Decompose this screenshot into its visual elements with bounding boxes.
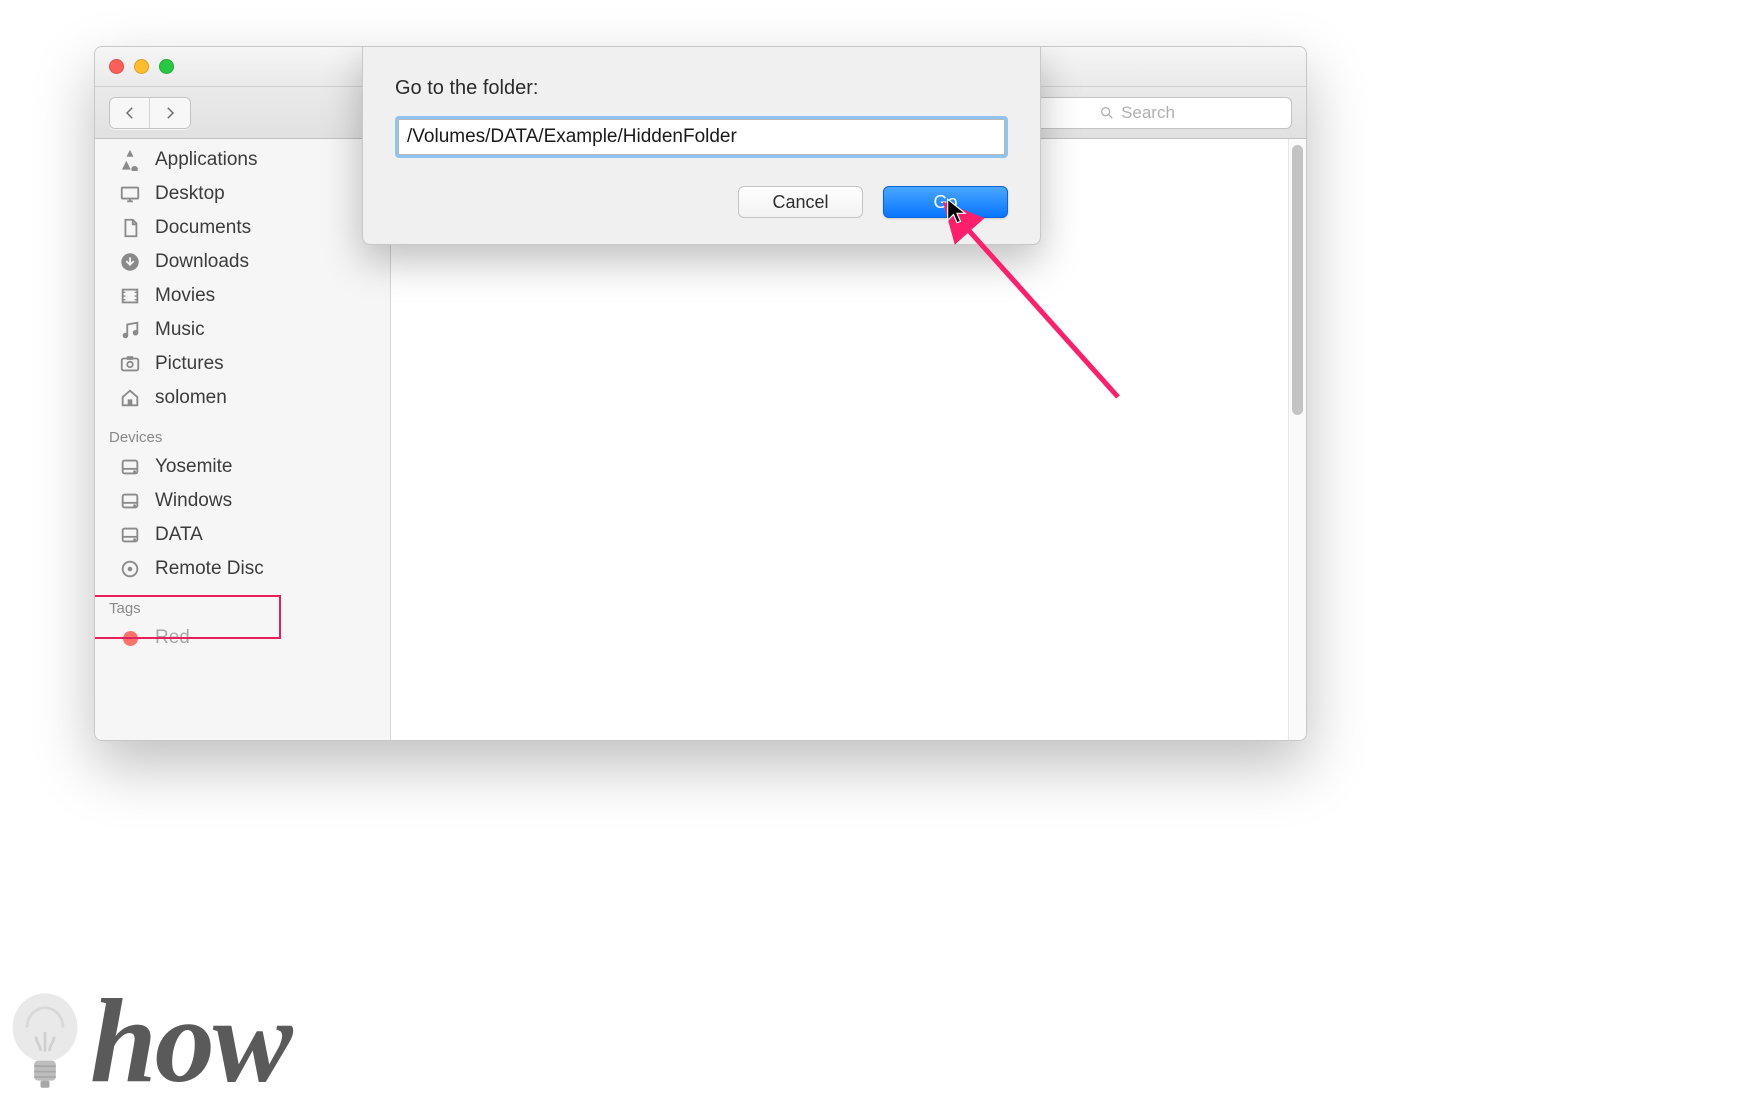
search-icon xyxy=(1099,105,1115,121)
tag-red-dot xyxy=(123,631,138,646)
sidebar-item-label: Applications xyxy=(155,149,257,171)
sidebar-item-applications[interactable]: Applications xyxy=(95,143,390,177)
sidebar-item-pictures[interactable]: Pictures xyxy=(95,347,390,381)
chevron-left-icon xyxy=(121,104,139,122)
cancel-button-label: Cancel xyxy=(772,192,828,213)
sidebar: Applications Desktop Documents Downloads… xyxy=(95,139,391,740)
dialog-input-focus-ring xyxy=(395,116,1008,158)
search-placeholder: Search xyxy=(1121,103,1175,123)
dialog-buttons: Cancel Go xyxy=(395,186,1008,218)
sidebar-item-label: solomen xyxy=(155,387,227,409)
sidebar-item-movies[interactable]: Movies xyxy=(95,279,390,313)
tag-color-icon xyxy=(117,627,143,649)
sidebar-item-label: Downloads xyxy=(155,251,249,273)
documents-icon xyxy=(117,217,143,239)
desktop-icon xyxy=(117,183,143,205)
lightbulb-icon xyxy=(0,986,90,1096)
sidebar-item-music[interactable]: Music xyxy=(95,313,390,347)
go-to-folder-dialog: Go to the folder: Cancel Go xyxy=(362,47,1041,245)
movies-icon xyxy=(117,285,143,307)
go-button-label: Go xyxy=(933,192,957,213)
dialog-label: Go to the folder: xyxy=(395,77,1008,100)
sidebar-item-label: Remote Disc xyxy=(155,558,264,580)
devices-header: Devices xyxy=(95,415,390,450)
applications-icon xyxy=(117,149,143,171)
go-button[interactable]: Go xyxy=(883,186,1008,218)
chevron-right-icon xyxy=(161,104,179,122)
nav-buttons xyxy=(109,97,191,129)
minimize-window-button[interactable] xyxy=(134,59,149,74)
sidebar-item-label: Movies xyxy=(155,285,215,307)
music-icon xyxy=(117,319,143,341)
sidebar-tag-red[interactable]: Red xyxy=(95,621,390,655)
sidebar-item-label: Yosemite xyxy=(155,456,232,478)
finder-window: Example xyxy=(94,46,1307,741)
back-button[interactable] xyxy=(110,98,150,128)
sidebar-item-home[interactable]: solomen xyxy=(95,381,390,415)
hdd-icon xyxy=(117,490,143,512)
maximize-window-button[interactable] xyxy=(159,59,174,74)
scrollbar-thumb[interactable] xyxy=(1292,145,1303,415)
hdd-icon xyxy=(117,524,143,546)
watermark: how xyxy=(0,986,291,1096)
sidebar-item-label: Pictures xyxy=(155,353,224,375)
sidebar-item-desktop[interactable]: Desktop xyxy=(95,177,390,211)
close-window-button[interactable] xyxy=(109,59,124,74)
sidebar-item-downloads[interactable]: Downloads xyxy=(95,245,390,279)
sidebar-item-label: Documents xyxy=(155,217,251,239)
sidebar-item-yosemite[interactable]: Yosemite xyxy=(95,450,390,484)
watermark-text: how xyxy=(90,993,291,1089)
sidebar-item-label: Windows xyxy=(155,490,232,512)
cancel-button[interactable]: Cancel xyxy=(738,186,863,218)
folder-path-input[interactable] xyxy=(398,119,1005,155)
disc-icon xyxy=(117,558,143,580)
sidebar-item-windows[interactable]: Windows xyxy=(95,484,390,518)
sidebar-item-label: Red xyxy=(155,627,190,649)
downloads-icon xyxy=(117,251,143,273)
traffic-lights xyxy=(109,59,174,74)
sidebar-item-label: Desktop xyxy=(155,183,225,205)
sidebar-item-documents[interactable]: Documents xyxy=(95,211,390,245)
hdd-icon xyxy=(117,456,143,478)
forward-button[interactable] xyxy=(150,98,190,128)
vertical-scrollbar[interactable] xyxy=(1288,139,1306,740)
sidebar-item-remote-disc[interactable]: Remote Disc xyxy=(95,552,390,586)
sidebar-item-data[interactable]: DATA xyxy=(95,518,390,552)
pictures-icon xyxy=(117,353,143,375)
tags-header: Tags xyxy=(95,586,390,621)
sidebar-item-label: DATA xyxy=(155,524,203,546)
home-icon xyxy=(117,387,143,409)
sidebar-item-label: Music xyxy=(155,319,205,341)
